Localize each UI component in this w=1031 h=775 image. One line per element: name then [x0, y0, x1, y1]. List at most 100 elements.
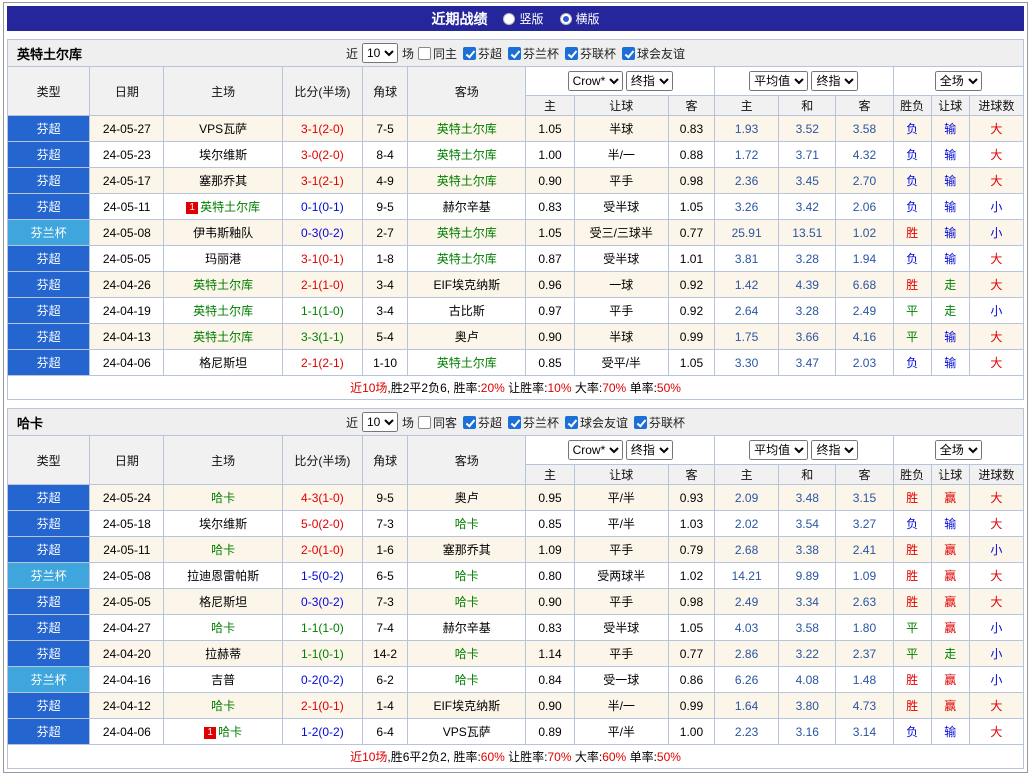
avg-draw-odds: 3.66 [778, 323, 837, 350]
col-away: 客场 [407, 66, 527, 116]
away-team-cell[interactable]: EIF埃克纳斯 [407, 271, 527, 298]
avg-home-odds: 3.26 [714, 193, 780, 220]
away-team-cell[interactable]: 塞那乔其 [407, 536, 527, 563]
away-team-name: 古比斯 [448, 304, 485, 318]
fulltime-result: 平 [892, 297, 932, 324]
handicap-away-odds: 0.93 [667, 484, 716, 511]
home-team-cell[interactable]: 英特土尔库 [163, 297, 283, 324]
away-team-cell[interactable]: EIF埃克纳斯 [407, 692, 527, 719]
league-cell: 芬超 [6, 141, 91, 168]
same-venue-filter[interactable]: 同客 [417, 414, 457, 431]
home-team-name: 哈卡 [211, 699, 236, 713]
away-team-cell[interactable]: VPS瓦萨 [407, 718, 527, 745]
home-team-cell[interactable]: 拉迪恩雷帕斯 [163, 562, 283, 589]
home-team-cell[interactable]: 埃尔维斯 [163, 510, 283, 537]
home-team-cell[interactable]: 伊韦斯釉队 [163, 219, 283, 246]
home-team-cell[interactable]: 玛丽港 [163, 245, 283, 272]
recent-count-select[interactable]: 10 [361, 43, 398, 63]
home-team-cell[interactable]: 1 英特土尔库 [163, 193, 283, 220]
bookmaker-select[interactable]: Crow* [567, 440, 623, 460]
date-cell: 24-04-13 [89, 323, 165, 350]
home-team-cell[interactable]: 哈卡 [163, 614, 283, 641]
league-filter-芬联杯[interactable]: 芬联杯 [565, 45, 616, 62]
league-filter-球会友谊[interactable]: 球会友谊 [565, 414, 628, 431]
scope-select[interactable]: 全场 [934, 71, 982, 91]
team-name: 英特土尔库 [17, 46, 83, 62]
bookmaker-select[interactable]: Crow* [567, 71, 623, 91]
same-venue-filter[interactable]: 同主 [417, 45, 457, 62]
handicap-away-odds: 0.99 [667, 692, 716, 719]
goals-result: 大 [968, 349, 1025, 376]
table-header-row: 类型 日期 主场 比分(半场) 角球 客场 Crow* 终指 平均值 终指 全场 [6, 435, 1025, 485]
home-team-cell[interactable]: 吉普 [163, 666, 283, 693]
home-team-cell[interactable]: 埃尔维斯 [163, 141, 283, 168]
away-team-cell[interactable]: 英特土尔库 [407, 219, 527, 246]
away-team-cell[interactable]: 英特土尔库 [407, 349, 527, 376]
fulltime-result: 胜 [892, 271, 932, 298]
home-team-cell[interactable]: 哈卡 [163, 536, 283, 563]
home-team-cell[interactable]: 1 哈卡 [163, 718, 283, 745]
avg-draw-odds: 3.54 [778, 510, 837, 537]
away-team-cell[interactable]: 古比斯 [407, 297, 527, 324]
league-filter-芬超[interactable]: 芬超 [462, 45, 502, 62]
league-cell: 芬超 [6, 167, 91, 194]
away-team-cell[interactable]: 英特土尔库 [407, 245, 527, 272]
away-team-cell[interactable]: 英特土尔库 [407, 115, 527, 142]
corner-cell: 1-4 [362, 692, 409, 719]
avg-draw-odds: 9.89 [778, 562, 837, 589]
home-team-cell[interactable]: 英特土尔库 [163, 271, 283, 298]
home-team-cell[interactable]: 哈卡 [163, 484, 283, 511]
handicap-home-odds: 1.00 [525, 141, 575, 168]
home-team-name: 拉赫蒂 [205, 647, 242, 661]
scope-select[interactable]: 全场 [934, 440, 982, 460]
date-cell: 24-05-08 [89, 562, 165, 589]
away-team-cell[interactable]: 哈卡 [407, 562, 527, 589]
home-team-cell[interactable]: 英特土尔库 [163, 323, 283, 350]
away-team-cell[interactable]: 奥卢 [407, 323, 527, 350]
away-team-cell[interactable]: 赫尔辛基 [407, 614, 527, 641]
home-team-cell[interactable]: 格尼斯坦 [163, 349, 283, 376]
home-team-cell[interactable]: 拉赫蒂 [163, 640, 283, 667]
match-row: 芬超 24-05-05 玛丽港 3-1(0-1) 1-8 英特土尔库 0.87 受半球 1.01… [6, 245, 1025, 272]
away-team-cell[interactable]: 哈卡 [407, 510, 527, 537]
away-team-cell[interactable]: 奥卢 [407, 484, 527, 511]
date-cell: 24-05-05 [89, 588, 165, 615]
avg-away-odds: 2.49 [835, 297, 894, 324]
match-row: 芬超 24-05-23 埃尔维斯 3-0(2-0) 8-4 英特土尔库 1.00 半/一 0.8… [6, 141, 1025, 168]
avg-away-odds: 1.09 [835, 562, 894, 589]
layout-option-vertical[interactable]: 竖版 [503, 10, 544, 27]
away-team-cell[interactable]: 哈卡 [407, 666, 527, 693]
league-filter-芬兰杯[interactable]: 芬兰杯 [508, 45, 559, 62]
handicap-line: 受半球 [573, 245, 669, 272]
away-team-cell[interactable]: 哈卡 [407, 640, 527, 667]
handicap-line: 半球 [573, 115, 669, 142]
average-select[interactable]: 平均值 [749, 71, 809, 91]
away-team-cell[interactable]: 英特土尔库 [407, 141, 527, 168]
handicap-time-select[interactable]: 终指 [625, 71, 673, 91]
radio-icon [503, 12, 516, 25]
match-row: 芬超 24-05-11 1 英特土尔库 0-1(0-1) 9-5 赫尔辛基 0.83 受半球 1.… [6, 193, 1025, 220]
goals-result: 大 [968, 562, 1025, 589]
recent-count-select[interactable]: 10 [361, 412, 398, 432]
home-team-cell[interactable]: 哈卡 [163, 692, 283, 719]
league-filter-芬兰杯[interactable]: 芬兰杯 [508, 414, 559, 431]
league-filter-芬联杯[interactable]: 芬联杯 [634, 414, 685, 431]
average-time-select[interactable]: 终指 [811, 71, 859, 91]
avg-home-odds: 2.64 [714, 297, 780, 324]
layout-option-horizontal[interactable]: 横版 [559, 10, 600, 27]
handicap-time-select[interactable]: 终指 [625, 440, 673, 460]
corner-cell: 5-4 [362, 323, 409, 350]
home-team-cell[interactable]: 塞那乔其 [163, 167, 283, 194]
summary-recent: 近10场 [350, 750, 388, 764]
average-time-select[interactable]: 终指 [811, 440, 859, 460]
away-team-cell[interactable]: 英特土尔库 [407, 167, 527, 194]
away-team-cell[interactable]: 哈卡 [407, 588, 527, 615]
goals-result: 大 [968, 141, 1025, 168]
average-select[interactable]: 平均值 [749, 440, 809, 460]
fulltime-result: 平 [892, 323, 932, 350]
home-team-cell[interactable]: VPS瓦萨 [163, 115, 283, 142]
away-team-cell[interactable]: 赫尔辛基 [407, 193, 527, 220]
league-filter-球会友谊[interactable]: 球会友谊 [622, 45, 685, 62]
home-team-cell[interactable]: 格尼斯坦 [163, 588, 283, 615]
league-filter-芬超[interactable]: 芬超 [462, 414, 502, 431]
